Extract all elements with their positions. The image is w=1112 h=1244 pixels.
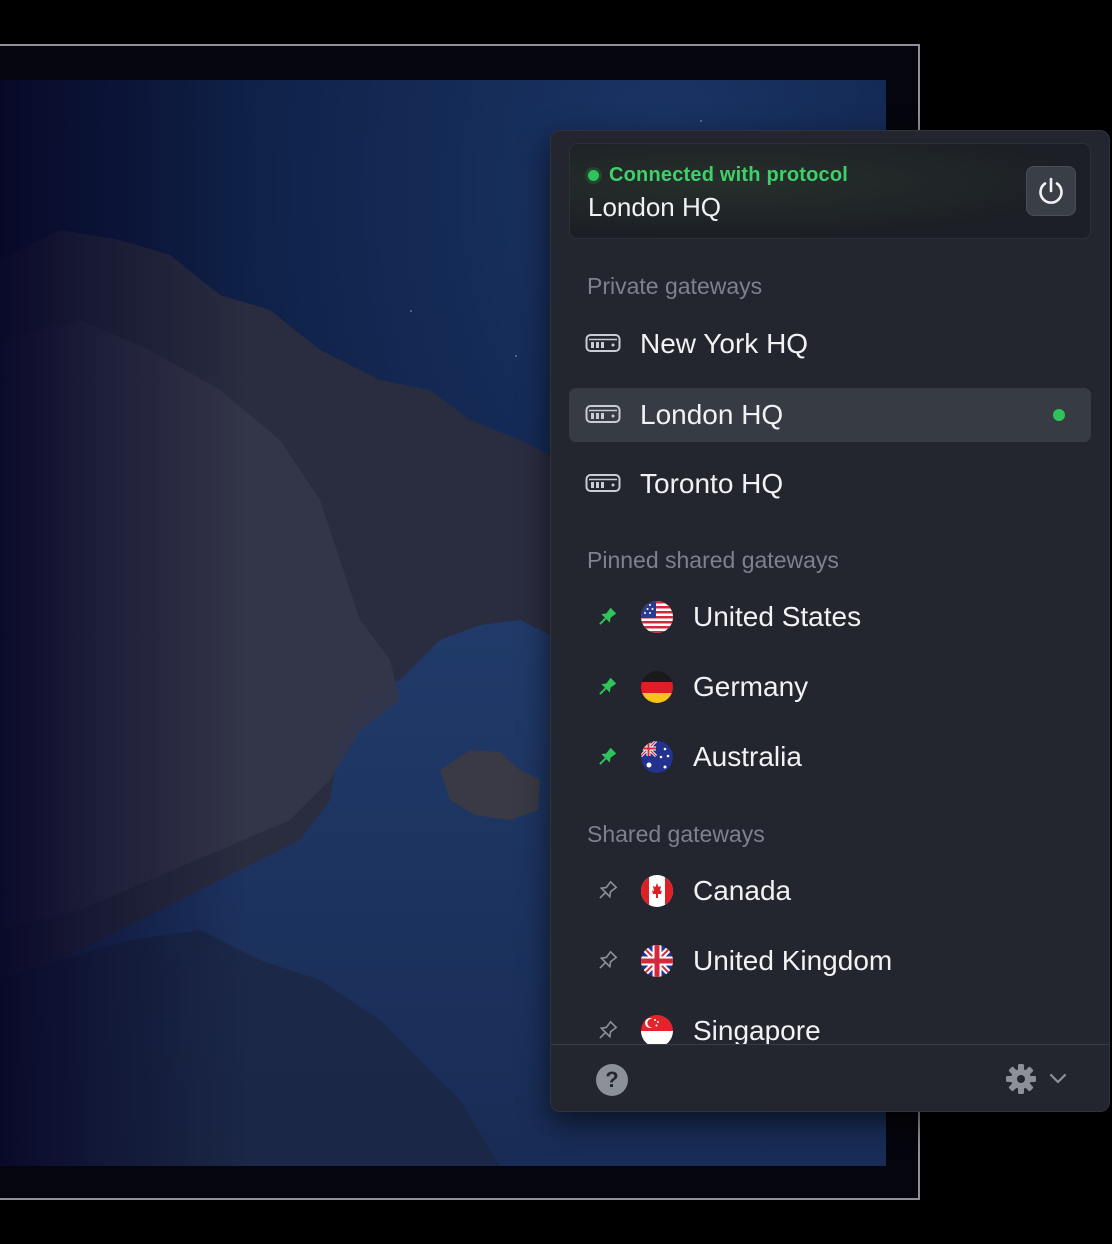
vpn-panel: Connected with protocol London HQ Privat… [550,130,1110,1112]
connection-status-card: Connected with protocol London HQ [569,143,1091,239]
gateway-label: United Kingdom [693,945,893,976]
active-indicator-icon [1053,409,1065,421]
gateway-label: Canada [693,875,792,906]
gateway-label: Toronto HQ [640,468,784,499]
chevron-down-icon [1049,1073,1067,1084]
gateway-item-australia[interactable]: Australia [569,730,1091,784]
gateway-item-united-states[interactable]: United States [569,590,1091,644]
pin-outline-icon[interactable] [595,1019,619,1043]
help-icon: ? [605,1067,619,1092]
settings-menu-button[interactable] [1005,1063,1067,1095]
gateway-item-germany[interactable]: Germany [569,660,1091,714]
gateway-item-toronto-hq[interactable]: Toronto HQ [569,457,1091,511]
power-icon [1039,177,1063,204]
gateway-item-canada[interactable]: Canada [569,864,1091,918]
server-icon [585,474,621,492]
gateway-label: New York HQ [640,328,809,359]
gateway-item-new-york-hq[interactable]: New York HQ [569,317,1091,371]
gateway-item-singapore[interactable]: Singapore [569,1004,1091,1044]
gateway-item-london-hq[interactable]: London HQ [569,388,1091,442]
gateway-label: United States [693,601,862,632]
us-flag-icon [641,601,673,633]
gateway-label: Germany [693,671,809,702]
help-button[interactable]: ? [596,1064,628,1096]
connected-gateway-name: London HQ [588,192,721,222]
gear-icon [1006,1064,1036,1094]
connection-status: Connected with protocol [588,164,848,187]
gateway-label: Singapore [693,1015,821,1044]
power-button[interactable] [1026,166,1076,216]
server-icon [585,334,621,352]
australia-flag-icon [641,741,673,773]
germany-flag-icon [641,671,673,703]
section-shared-gateways: Shared gateways [587,821,765,847]
pin-filled-icon[interactable] [595,605,619,629]
gateway-label: Australia [693,741,802,772]
pin-outline-icon[interactable] [595,879,619,903]
uk-flag-icon [641,945,673,977]
pin-filled-icon[interactable] [595,745,619,769]
status-text: Connected with protocol [609,164,849,186]
section-private-gateways: Private gateways [587,273,763,299]
status-dot-icon [588,170,599,181]
pin-filled-icon[interactable] [595,675,619,699]
pin-outline-icon[interactable] [595,949,619,973]
gateway-list: Connected with protocol London HQ Privat… [551,131,1109,1044]
panel-footer: ? [551,1044,1109,1111]
gateway-item-united-kingdom[interactable]: United Kingdom [569,934,1091,988]
gateway-label: London HQ [640,399,784,430]
singapore-flag-icon [641,1015,673,1044]
server-icon [585,405,621,423]
section-pinned-shared-gateways: Pinned shared gateways [587,547,839,573]
canada-flag-icon [641,875,673,907]
